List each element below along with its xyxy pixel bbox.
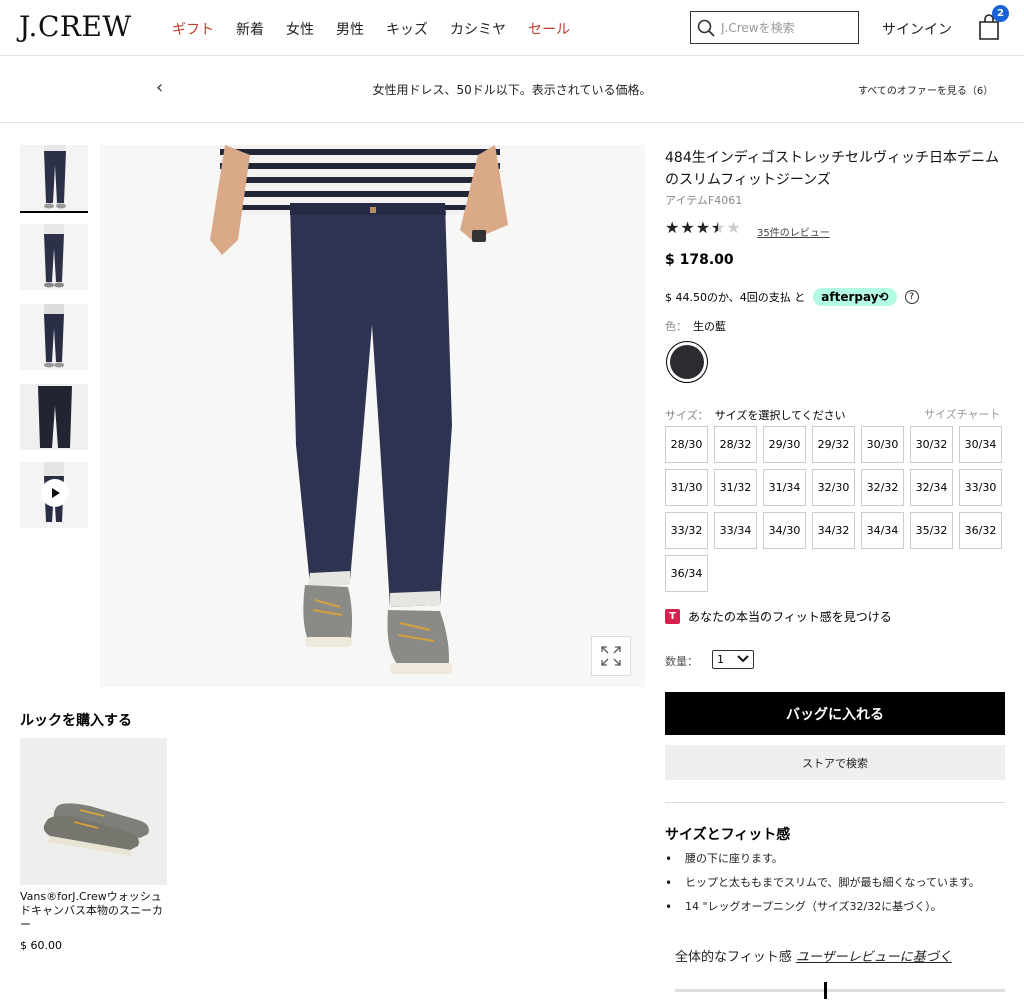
reviews-link[interactable]: 35件のレビュー <box>757 224 830 239</box>
size-option[interactable]: 30/32 <box>910 426 953 463</box>
list-item: 14 "レッグオープニング（サイズ32/32に基づく）。 <box>665 899 1005 915</box>
search-input[interactable] <box>721 20 851 35</box>
site-header: J.CREW ギフト 新着 女性 男性 キッズ カシミヤ セール サインイン 2 <box>0 0 1024 56</box>
size-option[interactable]: 30/34 <box>959 426 1002 463</box>
chevron-down-icon <box>737 653 749 666</box>
half-star-icon: ★ ★ <box>711 218 726 237</box>
size-option[interactable]: 34/34 <box>861 512 904 549</box>
size-key: サイズ： <box>665 409 709 422</box>
size-option[interactable]: 28/32 <box>714 426 757 463</box>
overall-fit-prefix: 全体的なフィット感 <box>675 950 792 965</box>
thumbnail-video[interactable] <box>20 462 88 528</box>
size-option[interactable]: 33/32 <box>665 512 708 549</box>
size-and-fit-title: サイズとフィット感 <box>665 827 791 843</box>
quantity-value: 1 <box>717 653 724 666</box>
quantity-label: 数量： <box>665 655 698 668</box>
fit-details-list: 腰の下に座ります。 ヒップと太ももまでスリムで、脚が最も細くなっています。 14… <box>665 851 1005 923</box>
size-option[interactable]: 28/30 <box>665 426 708 463</box>
size-option[interactable]: 31/34 <box>763 469 806 506</box>
product-item-number: アイテムF4061 <box>665 194 743 207</box>
product-price: $ 178.00 <box>665 252 734 268</box>
color-value: 生の藍 <box>693 320 726 333</box>
nav-item-sale[interactable]: セール <box>528 19 570 39</box>
bag-count-badge: 2 <box>992 5 1009 22</box>
signin-link[interactable]: サインイン <box>882 19 952 39</box>
fit-slider-marker <box>823 982 827 999</box>
product-title: 484生インディゴストレッチセルヴィッチ日本デニムのスリムフィットジーンズ <box>665 150 1000 188</box>
size-option[interactable]: 33/34 <box>714 512 757 549</box>
nav-item-new[interactable]: 新着 <box>236 19 264 39</box>
fit-slider-track <box>675 989 1005 992</box>
quantity-select[interactable]: 1 <box>712 650 754 669</box>
add-to-bag-button[interactable]: バッグに入れる <box>665 692 1005 735</box>
size-option[interactable]: 31/32 <box>714 469 757 506</box>
nav-item-kids[interactable]: キッズ <box>386 19 428 39</box>
size-option[interactable]: 32/32 <box>861 469 904 506</box>
thumbnail-back[interactable] <box>20 304 88 370</box>
nav-item-gift[interactable]: ギフト <box>172 19 214 39</box>
size-option[interactable]: 33/30 <box>959 469 1002 506</box>
thumbnail-side[interactable] <box>20 224 88 290</box>
product-main-image[interactable] <box>100 145 645 687</box>
size-option[interactable]: 32/34 <box>910 469 953 506</box>
promo-bar: 女性用ドレス、50ドル以下。表示されている価格。 ‹ すべてのオファーを見る（6… <box>0 57 1024 123</box>
true-fit-link[interactable]: T あなたの本当のフィット感を見つける <box>665 608 892 625</box>
size-option[interactable]: 36/34 <box>665 555 708 592</box>
star-icon: ★ <box>680 218 695 237</box>
color-key: 色： <box>665 320 687 333</box>
look-product-image[interactable] <box>20 738 167 885</box>
search-box[interactable] <box>690 11 859 44</box>
expand-icon[interactable] <box>591 636 631 676</box>
afterpay-logo[interactable]: afterpay⟲ <box>813 288 897 306</box>
user-reviews-link[interactable]: ユーザーレビューに基づく <box>796 950 952 965</box>
main-nav: ギフト 新着 女性 男性 キッズ カシミヤ セール <box>172 19 592 39</box>
size-option[interactable]: 29/32 <box>812 426 855 463</box>
size-option[interactable]: 34/30 <box>763 512 806 549</box>
brand-logo[interactable]: J.CREW <box>19 10 132 43</box>
size-option[interactable]: 34/32 <box>812 512 855 549</box>
size-option[interactable]: 30/30 <box>861 426 904 463</box>
size-option[interactable]: 36/32 <box>959 512 1002 549</box>
size-value: サイズを選択してください <box>714 409 846 422</box>
shop-the-look-title: ルックを購入する <box>20 713 132 729</box>
star-icon: ★ <box>665 218 680 237</box>
star-icon: ★ <box>695 218 711 237</box>
divider <box>665 802 1005 803</box>
thumbnail-flat[interactable] <box>20 384 88 450</box>
size-option[interactable]: 35/32 <box>910 512 953 549</box>
find-in-store-button[interactable]: ストアで検索 <box>665 745 1005 780</box>
look-product-name[interactable]: Vans®forJ.Crewウォッシュドキャンバス本物のスニーカー <box>20 890 165 932</box>
overall-fit-label: 全体的なフィット感 ユーザーレビューに基づく <box>675 946 952 965</box>
nav-item-cashmere[interactable]: カシミヤ <box>450 19 506 39</box>
star-icon: ★ <box>726 218 741 237</box>
size-option[interactable]: 31/30 <box>665 469 708 506</box>
size-grid: 28/30 28/32 29/30 29/32 30/30 30/32 30/3… <box>665 426 1010 592</box>
look-product-price: $ 60.00 <box>20 939 62 952</box>
view-all-offers-link[interactable]: すべてのオファーを見る（6） <box>858 82 993 97</box>
list-item: ヒップと太ももまでスリムで、脚が最も細くなっています。 <box>665 875 1005 891</box>
size-option[interactable]: 32/30 <box>812 469 855 506</box>
true-fit-label: あなたの本当のフィット感を見つける <box>688 610 892 624</box>
installment-text: $ 44.50のか、4回の支払 と <box>665 291 806 304</box>
star-rating[interactable]: ★ ★ ★ ★ ★ ★ <box>665 218 741 237</box>
color-label: 色： 生の藍 <box>665 318 726 334</box>
size-label: サイズ： サイズを選択してください <box>665 407 846 423</box>
chevron-left-icon[interactable]: ‹ <box>156 77 163 98</box>
thumbnail-front[interactable] <box>20 145 88 213</box>
list-item: 腰の下に座ります。 <box>665 851 1005 867</box>
size-option[interactable]: 29/30 <box>763 426 806 463</box>
afterpay-line: $ 44.50のか、4回の支払 と afterpay⟲ ? <box>665 288 919 306</box>
truefit-icon: T <box>665 609 680 624</box>
nav-item-women[interactable]: 女性 <box>286 19 314 39</box>
color-swatch-raw-indigo[interactable] <box>666 341 708 383</box>
size-chart-link[interactable]: サイズチャート <box>924 406 1001 422</box>
nav-item-men[interactable]: 男性 <box>336 19 364 39</box>
play-icon[interactable] <box>41 479 69 507</box>
info-icon[interactable]: ? <box>904 290 919 304</box>
search-icon[interactable] <box>691 12 721 43</box>
